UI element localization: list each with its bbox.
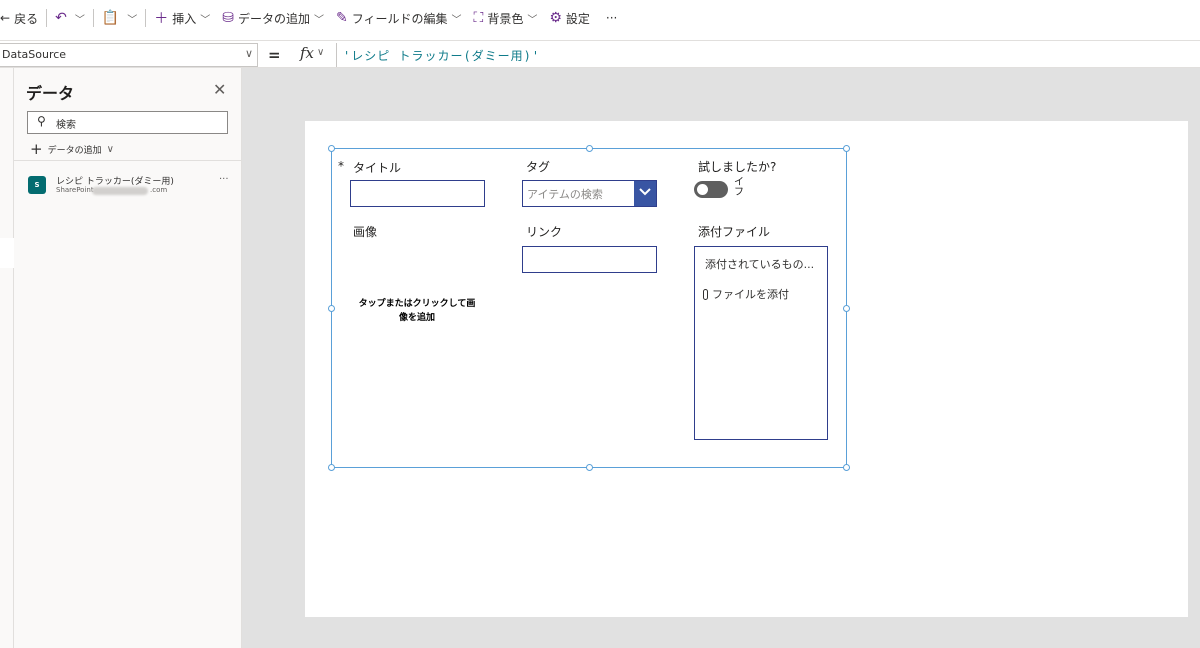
chevron-down-icon: ﹀ <box>74 14 85 26</box>
add-data-link[interactable]: + データの追加 ∨ <box>30 140 114 158</box>
paperclip-icon <box>703 288 708 300</box>
resize-handle[interactable] <box>843 464 850 471</box>
paste-button[interactable]: 📋 <box>102 0 123 36</box>
tag-label: タグ <box>526 160 551 174</box>
background-label: 背景色 <box>487 11 524 26</box>
resize-handle[interactable] <box>586 464 593 471</box>
panel-title: データ <box>26 84 75 103</box>
chevron-down-icon: ﹀ <box>451 14 462 26</box>
equals-sign: = <box>268 46 281 64</box>
property-value: DataSource <box>2 48 67 61</box>
add-image-area[interactable]: タップまたはクリックして画 像を追加 <box>350 297 484 325</box>
image-label: 画像 <box>353 225 378 239</box>
data-source-type: SharePoint <box>56 186 94 194</box>
property-selector[interactable]: DataSource ∨ <box>0 43 258 67</box>
attach-file-button[interactable]: ファイルを添付 <box>703 286 789 302</box>
title-input[interactable] <box>350 180 485 207</box>
chevron-down-icon: ∨ <box>244 47 253 60</box>
redacted-text <box>92 187 148 195</box>
add-image-hint-line1: タップまたはクリックして画 <box>358 299 476 309</box>
search-input[interactable]: ⚲ 検索 <box>27 111 228 134</box>
more-options-icon[interactable]: ··· <box>219 174 229 185</box>
edit-fields-button[interactable]: ✎ フィールドの編集 ﹀ <box>336 0 462 36</box>
data-source-item[interactable]: S レシピ トラッカー(ダミー用) SharePoint .com ··· <box>26 174 236 202</box>
link-label: リンク <box>526 225 563 239</box>
close-icon[interactable]: ✕ <box>213 80 226 99</box>
gear-icon: ⚙ <box>549 10 562 26</box>
toolbar-divider <box>92 9 94 27</box>
back-label: 戻る <box>14 11 39 26</box>
fx-icon[interactable]: fx <box>300 44 314 62</box>
chevron-down-icon: ﹀ <box>200 14 211 26</box>
settings-label: 設定 <box>565 11 590 26</box>
insert-button[interactable]: ＋ 挿入 ﹀ <box>154 0 210 36</box>
rail-active-item[interactable] <box>0 238 14 268</box>
resize-handle[interactable] <box>328 305 335 312</box>
paint-bucket-icon: ⛶ <box>473 10 484 26</box>
undo-dropdown[interactable]: ﹀ <box>71 0 85 36</box>
tried-label: 試しましたか? <box>698 160 777 174</box>
chevron-down-icon: ﹀ <box>314 14 325 26</box>
undo-button[interactable]: ↶ <box>55 0 71 36</box>
attach-file-label: ファイルを添付 <box>712 288 789 301</box>
command-bar: ← 戻る ↶ ﹀ 📋 ﹀ ＋ 挿入 ﹀ ⛁ データの追加 ﹀ ✎ フィールドの編… <box>0 0 1200 36</box>
more-icon: ··· <box>605 11 618 25</box>
background-color-button[interactable]: ⛶ 背景色 ﹀ <box>474 0 538 36</box>
chevron-down-icon: ∨ <box>106 143 114 155</box>
resize-handle[interactable] <box>843 145 850 152</box>
resize-handle[interactable] <box>328 145 335 152</box>
edit-fields-icon: ✎ <box>336 10 348 26</box>
plus-icon: ＋ <box>154 11 169 27</box>
more-button[interactable]: ··· <box>606 0 617 36</box>
resize-handle[interactable] <box>843 305 850 312</box>
paste-dropdown[interactable]: ﹀ <box>123 0 137 36</box>
attachments-control[interactable]: 添付されているもの... ファイルを添付 <box>694 246 828 440</box>
search-icon: ⚲ <box>37 114 46 128</box>
back-button[interactable]: ← 戻る <box>0 0 38 36</box>
resize-handle[interactable] <box>328 464 335 471</box>
edit-fields-label: フィールドの編集 <box>351 11 448 26</box>
combobox-expand-button[interactable] <box>634 181 656 206</box>
arrow-left-icon: ← <box>0 11 11 25</box>
data-panel: データ ✕ ⚲ 検索 + データの追加 ∨ S レシピ トラッカー(ダミー用) … <box>14 68 242 648</box>
tag-placeholder: アイテムの検索 <box>527 188 603 201</box>
attachments-empty-text: 添付されているもの... <box>705 258 815 271</box>
undo-icon: ↶ <box>55 10 67 26</box>
link-input[interactable] <box>522 246 657 273</box>
chevron-down-icon[interactable]: ∨ <box>317 47 324 58</box>
add-data-label: データの追加 <box>47 145 102 156</box>
settings-button[interactable]: ⚙ 設定 <box>549 0 590 36</box>
chevron-down-icon <box>639 188 651 196</box>
clipboard-icon: 📋 <box>101 10 120 26</box>
tag-combobox[interactable]: アイテムの検索 <box>522 180 657 207</box>
plus-icon: + <box>30 140 43 158</box>
add-data-label: データの追加 <box>238 11 311 26</box>
add-data-button[interactable]: ⛁ データの追加 ﹀ <box>222 0 324 36</box>
insert-label: 挿入 <box>172 11 197 26</box>
edit-form[interactable]: * タイトル タグ アイテムの検索 試しましたか? イ フ 画像 タップまたはク… <box>328 145 850 471</box>
resize-handle[interactable] <box>586 145 593 152</box>
chevron-down-icon: ﹀ <box>127 14 138 26</box>
search-placeholder: 検索 <box>56 120 76 131</box>
panel-divider <box>14 160 242 161</box>
tried-toggle[interactable] <box>694 181 728 198</box>
data-source-domain: .com <box>150 186 168 194</box>
formula-input[interactable]: 'レシピ トラッカー(ダミー用)' <box>336 43 1200 67</box>
chevron-down-icon: ﹀ <box>527 14 538 26</box>
toolbar-divider <box>145 9 147 27</box>
toolbar-divider <box>46 9 48 27</box>
title-label: タイトル <box>353 161 402 175</box>
attachments-label: 添付ファイル <box>698 225 771 239</box>
tried-toggle-text: イ フ <box>734 177 744 198</box>
add-image-hint-line2: 像を追加 <box>398 313 435 323</box>
database-icon: ⛁ <box>222 10 234 26</box>
left-rail <box>0 68 14 648</box>
formula-bar: DataSource ∨ = fx ∨ 'レシピ トラッカー(ダミー用)' <box>0 40 1200 68</box>
sharepoint-icon: S <box>28 176 46 194</box>
required-marker: * <box>338 159 344 173</box>
toggle-knob <box>697 184 708 195</box>
